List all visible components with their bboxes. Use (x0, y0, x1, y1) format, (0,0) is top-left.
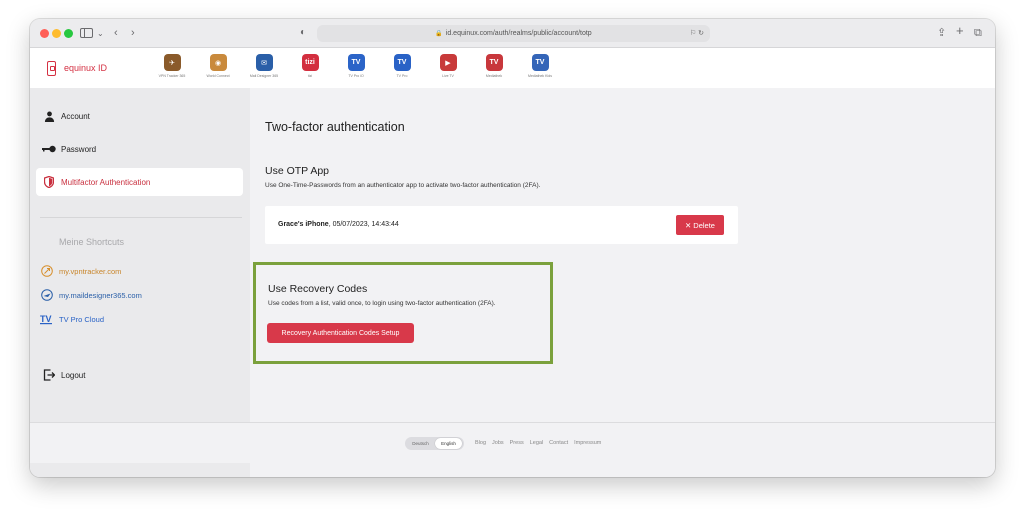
sidebar-toggle-icon[interactable] (80, 28, 93, 38)
app-label: Mediathek (485, 74, 503, 78)
app-label: World Connect (206, 74, 230, 78)
footer-link-blog[interactable]: Blog (475, 440, 486, 446)
sidebar-item-multifactor[interactable]: Multifactor Authentication (36, 168, 243, 196)
otp-section-title: Use OTP App (265, 165, 330, 177)
delete-device-button[interactable]: ✕ Delete (676, 215, 724, 235)
new-tab-icon[interactable]: + (956, 24, 964, 38)
app-launcher-item[interactable]: ✉ Mail Designer 365 (242, 54, 286, 78)
app-label: TV Pro iO (348, 74, 364, 78)
lock-icon: 🔒 (435, 31, 443, 37)
app-icon: ✉ (255, 54, 273, 71)
footer-link-impressum[interactable]: Impressum (574, 440, 601, 446)
shield-icon (42, 175, 56, 189)
delete-label: Delete (693, 220, 715, 230)
footer: Deutsch English Blog Jobs Press Legal Co… (30, 422, 995, 477)
footer-sidebar-strip (30, 463, 250, 477)
minimize-window-button[interactable] (52, 29, 61, 38)
app-label: Live TV (442, 74, 454, 78)
back-icon[interactable]: ‹ (114, 26, 118, 40)
language-english[interactable]: English (435, 438, 462, 449)
recovery-codes-setup-button[interactable]: Recovery Authentication Codes Setup (267, 323, 414, 343)
address-bar[interactable]: 🔒 id.equinux.com/auth/realms/public/accou… (317, 25, 710, 42)
app-icon: ✈ (163, 54, 181, 71)
shortcut-label: TV Pro Cloud (59, 314, 105, 324)
forward-icon[interactable]: › (131, 26, 135, 40)
key-icon (42, 142, 56, 156)
privacy-shield-icon[interactable]: ◐ (300, 26, 306, 40)
close-window-button[interactable] (40, 29, 49, 38)
app-icon: TV (393, 54, 411, 71)
device-info: Grace's iPhone, 05/07/2023, 14:43:44 (278, 221, 399, 228)
logout-icon (42, 368, 56, 382)
recovery-section-title: Use Recovery Codes (268, 283, 368, 295)
sidebar-item-label: Account (61, 111, 90, 121)
app-icon: TV (347, 54, 365, 71)
browser-toolbar: ⌄ ‹ › ◐ 🔒 id.equinux.com/auth/realms/publ… (30, 19, 995, 48)
shortcut-label: my.maildesigner365.com (59, 290, 142, 300)
site-header: equinux ID ✈ VPN Tracker 365 ◉ World Connec… (30, 48, 995, 88)
footer-link-press[interactable]: Press (510, 440, 524, 446)
footer-link-jobs[interactable]: Jobs (492, 440, 504, 446)
app-launcher-item[interactable]: ◉ World Connect (196, 54, 240, 78)
sidebar-item-label: Multifactor Authentication (61, 177, 151, 187)
app-launcher-item[interactable]: tizi tizi (288, 54, 332, 78)
sidebar: Account Password Multifactor Authenticat… (30, 88, 250, 422)
tvpro-icon: TV (40, 313, 53, 326)
shortcuts-title: Meine Shortcuts (59, 237, 125, 247)
page-title: Two-factor authentication (265, 120, 405, 134)
shortcut-label: my.vpntracker.com (59, 266, 122, 276)
footer-links: Blog Jobs Press Legal Contact Impressum (475, 440, 601, 446)
app-label: Mediathek Kids (528, 74, 552, 78)
app-label: tizi (307, 74, 313, 78)
sidebar-item-label: Password (61, 144, 97, 154)
browser-window: ⌄ ‹ › ◐ 🔒 id.equinux.com/auth/realms/publ… (30, 19, 995, 477)
app-icon: ▶ (439, 54, 457, 71)
device-name: Grace's iPhone (278, 221, 329, 228)
recovery-section-description: Use codes from a list, valid once, to lo… (268, 300, 496, 307)
app-label: VPN Tracker 365 (158, 74, 186, 78)
app-launcher-item[interactable]: ▶ Live TV (426, 54, 470, 78)
logout-label: Logout (61, 370, 86, 380)
maildesigner-icon (40, 289, 53, 302)
sidebar-divider (40, 217, 242, 218)
app-launcher-item[interactable]: TV TV Pro (380, 54, 424, 78)
zoom-window-button[interactable] (64, 29, 73, 38)
url-text: id.equinux.com/auth/realms/public/accoun… (445, 30, 592, 37)
app-icon: TV (531, 54, 549, 71)
app-icon: TV (485, 54, 503, 71)
main-content: Two-factor authentication Use OTP App Us… (250, 88, 995, 422)
app-launcher-item[interactable]: TV Mediathek Kids (518, 54, 562, 78)
shortcut-tvpro[interactable]: TV TV Pro Cloud (40, 312, 104, 326)
logout-button[interactable]: Logout (36, 361, 243, 389)
app-icon: ◉ (209, 54, 227, 71)
language-switch: Deutsch English (405, 437, 464, 450)
app-bar: ✈ VPN Tracker 365 ◉ World Connect ✉ Mail Desi… (30, 54, 995, 88)
language-deutsch[interactable]: Deutsch (407, 438, 434, 449)
sidebar-item-account[interactable]: Account (36, 102, 243, 130)
person-icon (42, 109, 56, 123)
app-launcher-item[interactable]: TV Mediathek (472, 54, 516, 78)
app-launcher-item[interactable]: TV TV Pro iO (334, 54, 378, 78)
vpntracker-icon (40, 265, 53, 278)
tab-overview-icon[interactable]: ⧉ (974, 26, 982, 40)
device-date: , 05/07/2023, 14:43:44 (328, 221, 399, 228)
reload-icon[interactable]: ⚐ ↻ (690, 25, 704, 42)
sidebar-item-password[interactable]: Password (36, 135, 243, 163)
shortcut-maildesigner[interactable]: my.maildesigner365.com (40, 288, 142, 302)
app-launcher-item[interactable]: ✈ VPN Tracker 365 (150, 54, 194, 78)
otp-device-row: Grace's iPhone, 05/07/2023, 14:43:44 ✕ De… (265, 206, 738, 244)
footer-link-contact[interactable]: Contact (549, 440, 568, 446)
footer-link-legal[interactable]: Legal (530, 440, 543, 446)
close-icon: ✕ (685, 220, 692, 230)
svg-text:TV: TV (40, 314, 52, 324)
share-icon[interactable]: ⇪ (937, 26, 946, 40)
otp-section-description: Use One-Time-Passwords from an authentic… (265, 182, 541, 189)
app-icon: tizi (301, 54, 319, 71)
app-label: TV Pro (396, 74, 408, 78)
recovery-codes-section: Use Recovery Codes Use codes from a list… (253, 262, 553, 364)
shortcut-vpntracker[interactable]: my.vpntracker.com (40, 264, 121, 278)
chevron-down-icon[interactable]: ⌄ (97, 27, 104, 41)
app-label: Mail Designer 365 (249, 74, 279, 78)
